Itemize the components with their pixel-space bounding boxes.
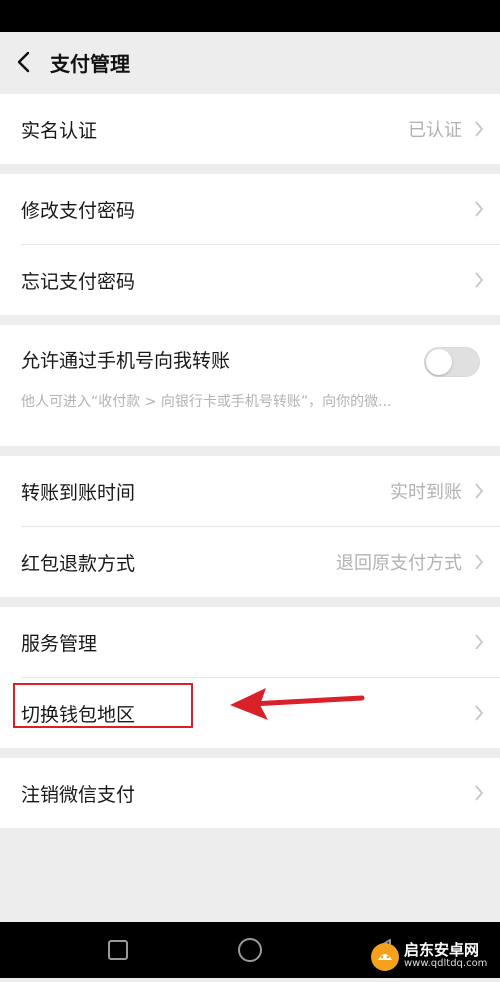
row-red-packet-refund[interactable]: 红包退款方式 退回原支付方式 — [0, 527, 500, 597]
chevron-right-icon — [475, 554, 484, 570]
watermark-url: www.qdltdq.com — [404, 958, 488, 970]
home-button[interactable] — [220, 922, 280, 978]
row-label: 允许通过手机号向我转账 — [21, 350, 231, 372]
chevron-right-icon — [475, 121, 484, 137]
circle-icon — [238, 938, 262, 962]
row-value: 退回原支付方式 — [336, 553, 462, 574]
row-label: 服务管理 — [21, 632, 98, 655]
watermark-name: 启东安卓网 — [404, 941, 480, 960]
back-button[interactable] — [0, 32, 48, 92]
row-transfer-time[interactable]: 转账到账时间 实时到账 — [0, 456, 500, 526]
chevron-right-icon — [475, 483, 484, 499]
group-password: 修改支付密码 忘记支付密码 — [0, 174, 500, 315]
row-value: 实时到账 — [390, 482, 462, 503]
settings-list: 实名认证 已认证 修改支付密码 忘记支付密码 允许通过手机号向我转账 他人可进入… — [0, 94, 500, 828]
chevron-right-icon — [475, 785, 484, 801]
group-phone-transfer: 允许通过手机号向我转账 他人可进入“收付款 > 向银行卡或手机号转账”，向你的微… — [0, 325, 500, 446]
row-service-management[interactable]: 服务管理 — [0, 607, 500, 677]
chevron-right-icon — [475, 634, 484, 650]
row-cancel-wechat-pay[interactable]: 注销微信支付 — [0, 758, 500, 828]
chevron-right-icon — [475, 201, 484, 217]
square-icon — [108, 940, 128, 960]
group-transfer-settings: 转账到账时间 实时到账 红包退款方式 退回原支付方式 — [0, 456, 500, 597]
nav-bar: 支付管理 — [0, 32, 500, 92]
row-phone-transfer: 允许通过手机号向我转账 他人可进入“收付款 > 向银行卡或手机号转账”，向你的微… — [0, 325, 500, 446]
watermark: 启东安卓网 www.qdltdq.com — [370, 935, 500, 978]
row-label: 切换钱包地区 — [21, 703, 136, 726]
row-label: 实名认证 — [21, 119, 98, 142]
recents-button[interactable] — [88, 922, 148, 978]
chevron-right-icon — [475, 705, 484, 721]
row-forgot-password[interactable]: 忘记支付密码 — [0, 245, 500, 315]
phone-transfer-toggle[interactable] — [424, 347, 480, 377]
chevron-right-icon — [475, 272, 484, 288]
status-bar — [0, 0, 500, 32]
row-label: 红包退款方式 — [21, 552, 136, 575]
page-title: 支付管理 — [50, 51, 130, 76]
row-label: 转账到账时间 — [21, 481, 136, 504]
chevron-left-icon — [17, 51, 30, 73]
watermark-logo-icon — [371, 942, 399, 971]
row-label: 注销微信支付 — [21, 783, 136, 806]
row-description: 他人可进入“收付款 > 向银行卡或手机号转账”，向你的微... — [21, 394, 392, 410]
toggle-knob — [426, 349, 452, 375]
row-value: 已认证 — [408, 120, 462, 141]
row-label: 修改支付密码 — [21, 199, 136, 222]
group-verification: 实名认证 已认证 — [0, 94, 500, 164]
group-services: 服务管理 切换钱包地区 — [0, 607, 500, 748]
row-label: 忘记支付密码 — [21, 270, 136, 293]
row-real-name[interactable]: 实名认证 已认证 — [0, 94, 500, 164]
row-modify-password[interactable]: 修改支付密码 — [0, 174, 500, 244]
group-cancel: 注销微信支付 — [0, 758, 500, 828]
row-switch-wallet-region[interactable]: 切换钱包地区 — [0, 678, 500, 748]
